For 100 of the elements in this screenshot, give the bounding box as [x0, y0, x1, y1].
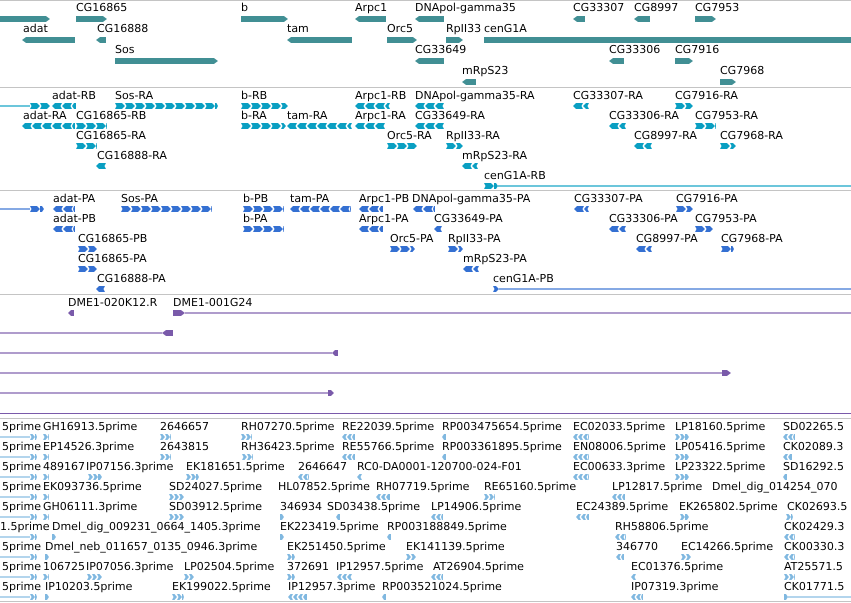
- est-arrow-icon[interactable]: [675, 474, 689, 480]
- transcript-feature-bar[interactable]: [115, 103, 218, 109]
- protein-arrow-icon[interactable]: [413, 206, 435, 212]
- est-arrow-icon[interactable]: [631, 594, 643, 600]
- transcript-arrow-icon[interactable]: [76, 143, 97, 149]
- est-arrow-icon[interactable]: [172, 594, 184, 600]
- protein-feature-line[interactable]: [0, 206, 44, 212]
- protein-arrow-icon[interactable]: [448, 246, 463, 252]
- protein-feature-bar[interactable]: [121, 206, 212, 212]
- est-arrow-icon[interactable]: [675, 434, 689, 440]
- est-arrow-icon[interactable]: [573, 434, 589, 440]
- protein-feature-bar[interactable]: [243, 226, 284, 232]
- transcript-feature-line[interactable]: [484, 183, 851, 189]
- est-arrow-icon[interactable]: [357, 474, 362, 480]
- transcript-feature-bar[interactable]: [355, 103, 390, 109]
- transcript-feature-bar[interactable]: [241, 123, 286, 129]
- protein-arrow-icon[interactable]: [721, 246, 734, 252]
- est-arrow-icon[interactable]: [376, 494, 390, 500]
- est-arrow-icon[interactable]: [280, 534, 284, 540]
- est-arrow-icon[interactable]: [783, 474, 787, 480]
- est-arrow-icon[interactable]: [681, 554, 691, 560]
- est-arrow-icon[interactable]: [43, 434, 49, 440]
- gene-feature-bar[interactable]: [287, 37, 352, 43]
- est-arrow-icon[interactable]: [43, 454, 49, 460]
- est-arrow-icon[interactable]: [241, 434, 252, 440]
- est-arrow-icon[interactable]: [186, 474, 199, 480]
- protein-feature-bar[interactable]: [243, 206, 284, 212]
- est-arrow-icon[interactable]: [160, 454, 171, 460]
- protein-arrow-icon[interactable]: [359, 206, 383, 212]
- est-arrow-icon[interactable]: [184, 574, 194, 580]
- gene-feature-bar[interactable]: [0, 16, 50, 22]
- est-arrow-icon[interactable]: [87, 574, 102, 580]
- gene-feature-bar[interactable]: [241, 16, 288, 22]
- protein-feature-line[interactable]: [493, 286, 851, 292]
- transcript-feature-bar[interactable]: [415, 103, 444, 109]
- clone-arrow-icon[interactable]: [68, 310, 74, 316]
- est-arrow-icon[interactable]: [431, 514, 443, 520]
- est-arrow-icon[interactable]: [615, 534, 626, 540]
- est-arrow-icon[interactable]: [784, 574, 795, 580]
- est-feature-line[interactable]: [784, 594, 851, 600]
- est-arrow-icon[interactable]: [784, 554, 795, 560]
- protein-arrow-icon[interactable]: [359, 226, 383, 232]
- clone-feature-line[interactable]: [173, 310, 851, 316]
- est-arrow-icon[interactable]: [573, 474, 589, 480]
- gene-arrow-icon[interactable]: [573, 16, 585, 22]
- est-feature-line[interactable]: [0, 434, 37, 440]
- est-arrow-icon[interactable]: [675, 454, 689, 460]
- est-arrow-icon[interactable]: [43, 474, 49, 480]
- clone-feature-line[interactable]: [0, 350, 338, 356]
- est-arrow-icon[interactable]: [287, 554, 295, 560]
- est-arrow-icon[interactable]: [612, 494, 625, 500]
- gene-arrow-icon[interactable]: [96, 37, 106, 43]
- protein-feature-bar[interactable]: [290, 206, 351, 212]
- est-arrow-icon[interactable]: [342, 434, 355, 440]
- est-arrow-icon[interactable]: [337, 574, 352, 580]
- est-arrow-icon[interactable]: [631, 574, 636, 580]
- gene-feature-bar[interactable]: [115, 58, 218, 64]
- gene-arrow-icon[interactable]: [695, 16, 716, 22]
- transcript-feature-bar[interactable]: [22, 123, 75, 129]
- transcript-feature-bar[interactable]: [287, 123, 352, 129]
- est-arrow-icon[interactable]: [387, 534, 391, 540]
- transcript-arrow-icon[interactable]: [446, 143, 463, 149]
- est-arrow-icon[interactable]: [45, 594, 49, 600]
- protein-arrow-icon[interactable]: [96, 286, 105, 292]
- protein-arrow-icon[interactable]: [636, 246, 652, 252]
- gene-arrow-icon[interactable]: [720, 79, 736, 85]
- transcript-arrow-icon[interactable]: [462, 163, 478, 169]
- transcript-feature-bar[interactable]: [387, 143, 417, 149]
- transcript-feature-bar[interactable]: [241, 103, 288, 109]
- est-arrow-icon[interactable]: [242, 454, 253, 460]
- est-arrow-icon[interactable]: [43, 574, 49, 580]
- gene-arrow-icon[interactable]: [462, 79, 476, 85]
- gene-feature-bar[interactable]: [415, 16, 444, 22]
- est-arrow-icon[interactable]: [382, 594, 386, 600]
- protein-arrow-icon[interactable]: [78, 246, 97, 252]
- transcript-arrow-icon[interactable]: [675, 103, 693, 109]
- est-arrow-icon[interactable]: [160, 434, 171, 440]
- est-arrow-icon[interactable]: [576, 514, 589, 520]
- est-arrow-icon[interactable]: [342, 454, 355, 460]
- transcript-arrow-icon[interactable]: [634, 143, 652, 149]
- transcript-feature-bar[interactable]: [415, 123, 444, 129]
- est-arrow-icon[interactable]: [484, 494, 495, 500]
- protein-arrow-icon[interactable]: [695, 226, 713, 232]
- protein-arrow-icon[interactable]: [676, 206, 693, 212]
- est-feature-line[interactable]: [0, 454, 37, 460]
- est-arrow-icon[interactable]: [786, 514, 793, 520]
- gene-feature-bar[interactable]: [415, 58, 444, 64]
- transcript-arrow-icon[interactable]: [609, 123, 626, 129]
- est-arrow-icon[interactable]: [431, 574, 443, 580]
- protein-arrow-icon[interactable]: [78, 266, 97, 272]
- est-arrow-icon[interactable]: [442, 434, 446, 440]
- est-feature-line[interactable]: [0, 574, 37, 580]
- est-arrow-icon[interactable]: [784, 534, 795, 540]
- clone-feature-line[interactable]: [0, 370, 731, 376]
- est-arrow-icon[interactable]: [43, 494, 49, 500]
- est-arrow-icon[interactable]: [169, 494, 184, 500]
- gene-arrow-icon[interactable]: [609, 58, 624, 64]
- est-arrow-icon[interactable]: [288, 594, 307, 600]
- est-arrow-icon[interactable]: [406, 554, 416, 560]
- est-arrow-icon[interactable]: [616, 554, 624, 560]
